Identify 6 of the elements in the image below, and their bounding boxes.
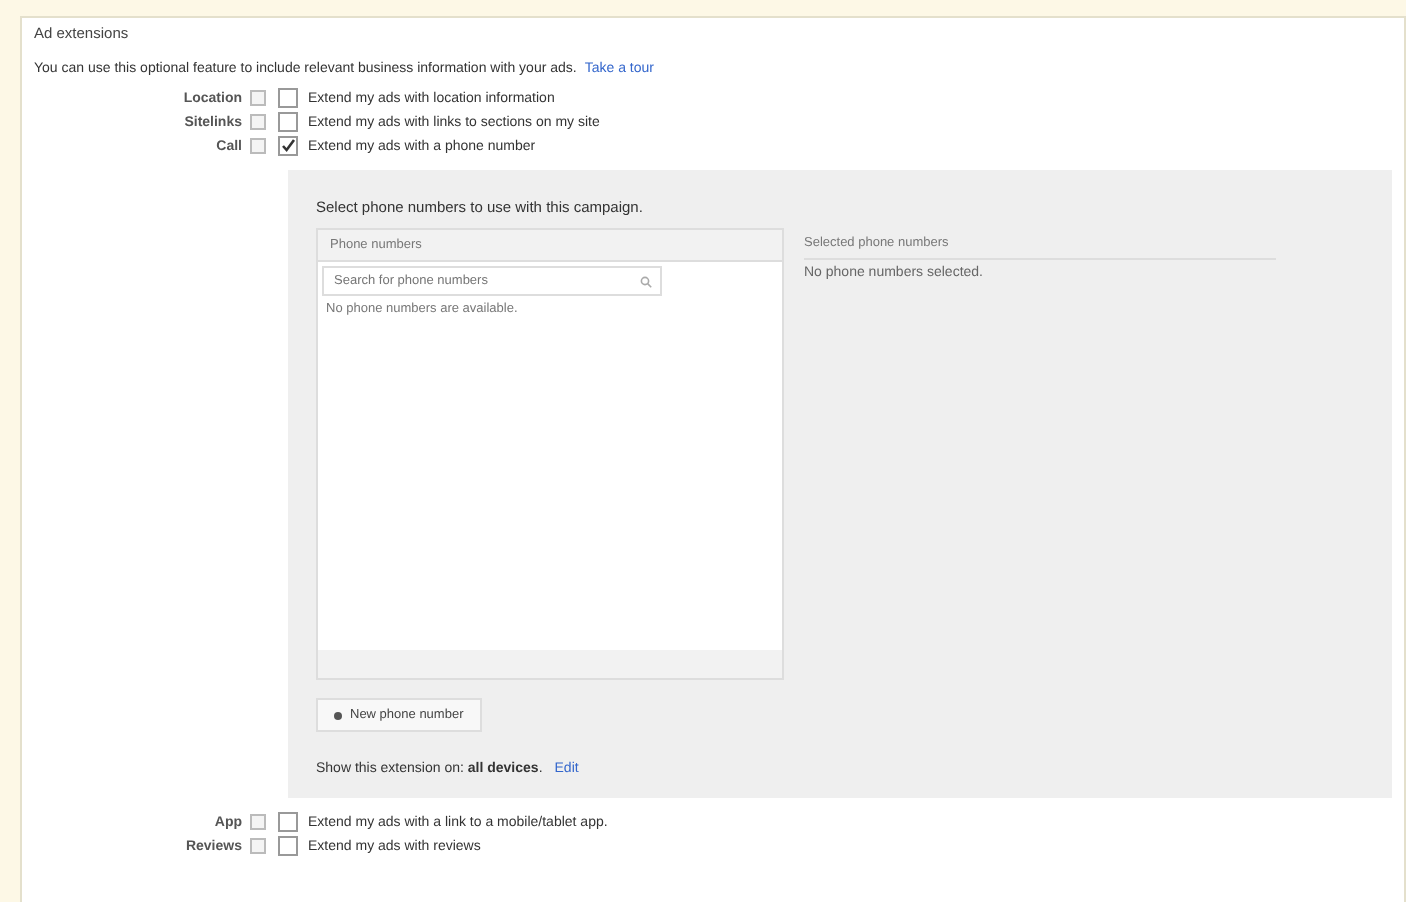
checkbox[interactable] bbox=[278, 136, 298, 156]
checkbox[interactable] bbox=[278, 836, 298, 856]
checkbox[interactable] bbox=[278, 812, 298, 832]
search-icon bbox=[640, 276, 652, 288]
checkbox[interactable] bbox=[278, 88, 298, 108]
checkbox[interactable] bbox=[278, 112, 298, 132]
